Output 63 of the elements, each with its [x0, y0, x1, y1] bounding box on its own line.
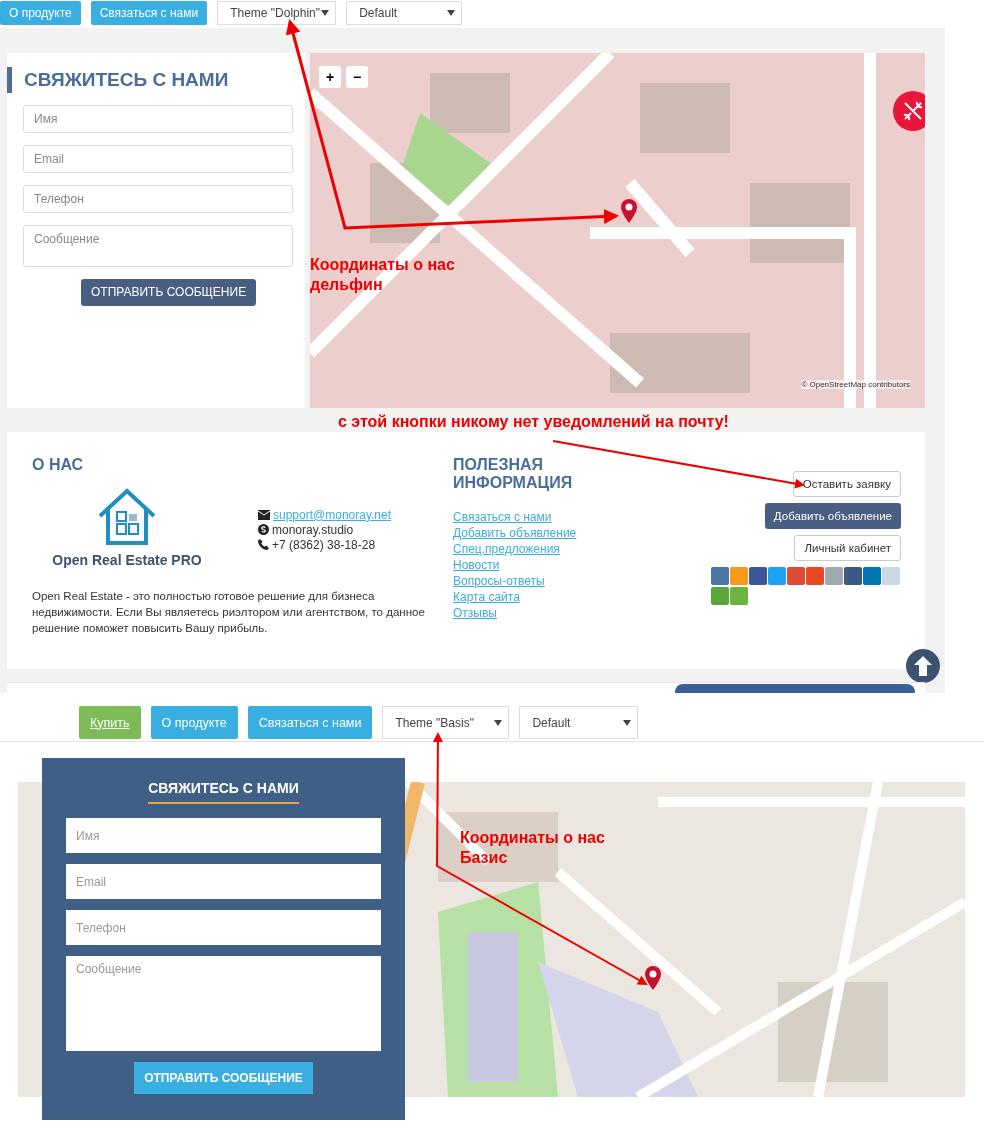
nav-button[interactable]: Связаться с нами: [90, 1, 208, 25]
map-marker-icon: [621, 198, 637, 223]
nav-button[interactable]: О продукте: [150, 706, 238, 739]
theme-select[interactable]: Theme "Dolphin": [217, 1, 337, 25]
input-field[interactable]: Email: [66, 864, 381, 899]
footer-link[interactable]: Вопросы-ответы: [453, 573, 633, 588]
submit-button[interactable]: ОТПРАВИТЬ СООБЩЕНИЕ: [134, 1062, 313, 1094]
about-description: Open Real Estate - это полностью готовое решение для бизнеса недвижимости. Если Вы являетесь риэлтором или агентством, то данное решение поможет повысить Вашу прибыль.: [32, 588, 426, 636]
social-share-icon[interactable]: [806, 566, 824, 585]
action-button[interactable]: Личный кабинет: [794, 534, 901, 561]
caret-icon: [623, 719, 632, 726]
skype-icon: [258, 524, 269, 536]
submit-button[interactable]: ОТПРАВИТЬ СООБЩЕНИЕ: [81, 278, 257, 306]
theme-select[interactable]: Default: [519, 706, 639, 739]
caret-icon: [321, 10, 330, 16]
footer-link[interactable]: Спец.предложения: [453, 541, 633, 556]
social-share-icon[interactable]: [749, 566, 767, 585]
envelope-icon: [258, 509, 270, 520]
caret-icon: [494, 719, 503, 726]
caret-icon: [447, 10, 456, 16]
input-field[interactable]: Имя: [23, 104, 293, 133]
zoom-in-button[interactable]: +: [319, 65, 341, 88]
footer-link[interactable]: Добавить объявление: [453, 525, 633, 540]
theme-select[interactable]: Theme "Basis": [382, 706, 510, 739]
input-field[interactable]: Email: [23, 144, 293, 173]
section-title: СВЯЖИТЕСЬ С НАМИ: [7, 66, 229, 93]
nav-button[interactable]: Купить: [79, 706, 141, 739]
annotation-text: с этой кнопки никому нет уведомлений на почту!: [338, 412, 729, 432]
scroll-top-button[interactable]: [906, 649, 940, 684]
theme-select[interactable]: Default: [346, 1, 463, 25]
message-field[interactable]: Сообщение: [23, 224, 293, 267]
footer-link[interactable]: Карта сайта: [453, 589, 633, 604]
footer-title: ПОЛЕЗНАЯ ИНФОРМАЦИЯ: [453, 455, 574, 492]
input-field[interactable]: Телефон: [66, 910, 381, 945]
phone-text: +7 (8362) 38-18-28: [272, 537, 376, 552]
social-share-icon[interactable]: [787, 566, 805, 585]
footer-link[interactable]: Связаться с нами: [453, 509, 633, 524]
message-field[interactable]: Сообщение: [66, 956, 381, 1051]
social-share-icon[interactable]: [711, 586, 729, 605]
input-field[interactable]: Имя: [66, 818, 381, 853]
map-marker-icon: [645, 966, 661, 990]
footer-link[interactable]: Отзывы: [453, 605, 633, 620]
house-logo-icon: [96, 487, 158, 546]
annotation-text: Координаты о нас Базис: [460, 828, 605, 868]
nav-button[interactable]: О продукте: [0, 1, 81, 25]
social-share-icon[interactable]: [863, 566, 881, 585]
email-link[interactable]: support@monoray.net: [273, 507, 392, 522]
skype-text: monoray.studio: [272, 522, 354, 537]
footer-link[interactable]: Новости: [453, 557, 633, 572]
up-arrow-icon: [914, 656, 932, 677]
action-button[interactable]: Добавить объявление: [764, 502, 901, 529]
nav-button[interactable]: Связаться с нами: [247, 706, 373, 739]
action-button[interactable]: Оставить заявку: [792, 470, 901, 497]
logo-text: Open Real Estate PRO: [52, 551, 202, 568]
social-share-icon[interactable]: [711, 566, 729, 585]
phone-icon: [258, 539, 269, 551]
social-share-icon[interactable]: [844, 566, 862, 585]
zoom-out-button[interactable]: −: [346, 65, 368, 88]
input-field[interactable]: Телефон: [23, 184, 293, 213]
section-title: СВЯЖИТЕСЬ С НАМИ: [148, 780, 299, 804]
map-attribution: © OpenStreetMap contributors: [801, 379, 910, 389]
footer-title: О НАС: [32, 455, 85, 474]
annotation-text: Координаты о нас дельфин: [310, 255, 455, 295]
